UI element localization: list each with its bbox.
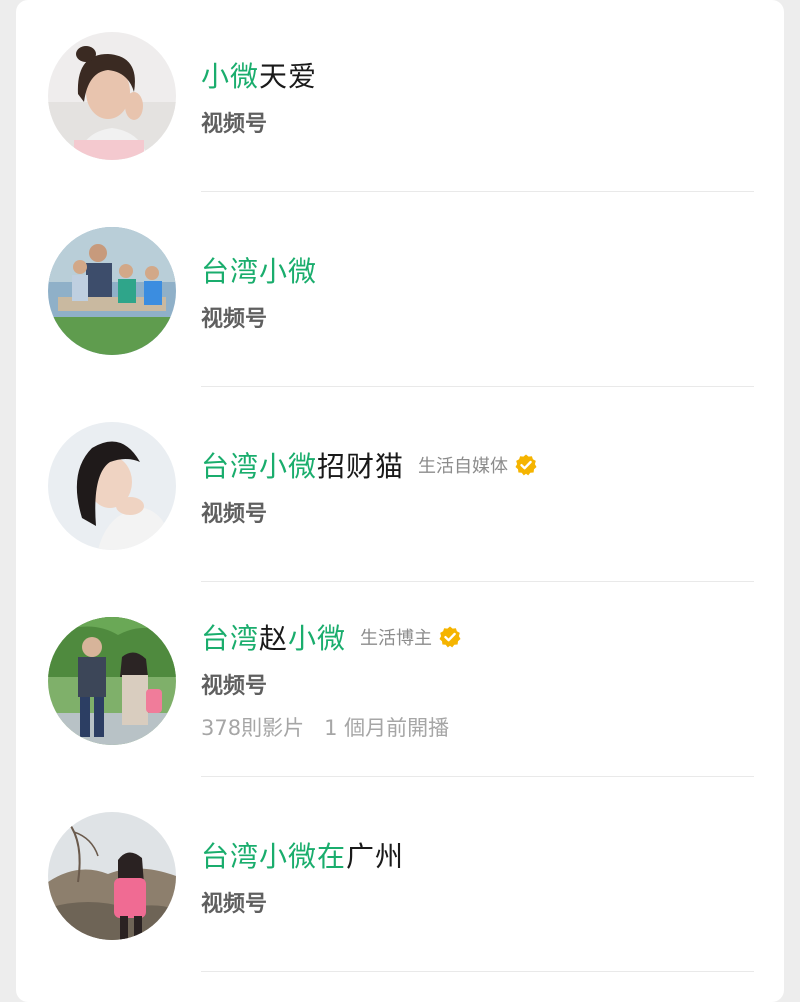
account-name: 台湾小微 (201, 250, 317, 290)
account-name: 台湾小微在广州 (201, 835, 404, 875)
result-item[interactable]: 台湾小微在广州 视频号 (16, 780, 784, 975)
video-count: 378則影片 (201, 716, 305, 740)
name-text: 广州 (346, 840, 405, 873)
highlighted-keyword: 台湾小微 (201, 450, 318, 483)
account-category-label: 生活博主 (360, 628, 433, 649)
result-item[interactable]: 台湾小微 视频号 (16, 195, 784, 390)
highlighted-keyword: 台湾 (201, 622, 260, 655)
account-type: 视频号 (201, 892, 268, 917)
divider (201, 776, 754, 777)
result-title[interactable]: 台湾小微 (201, 250, 317, 290)
account-type: 视频号 (201, 674, 268, 699)
account-name: 小微天爱 (201, 55, 317, 95)
divider (201, 191, 754, 192)
avatar[interactable] (48, 32, 176, 160)
account-category: 生活博主 (360, 624, 462, 650)
account-stats: 378則影片 1 個月前開播 (201, 712, 449, 742)
divider (201, 581, 754, 582)
account-type: 视频号 (201, 112, 268, 137)
account-name: 台湾小微招财猫 (201, 445, 404, 485)
name-text: 天爱 (259, 60, 318, 93)
account-name: 台湾赵小微 (201, 617, 346, 657)
avatar[interactable] (48, 812, 176, 940)
result-title[interactable]: 小微天爱 (201, 55, 317, 95)
account-category: 生活自媒体 (418, 452, 538, 478)
name-text: 招财猫 (317, 450, 405, 483)
search-results-card: 小微天爱 视频号 台湾小微 视频号 台湾小微招财猫 生活自媒体 视频号 台湾赵小… (16, 0, 784, 1002)
name-text: 赵 (259, 622, 289, 655)
highlighted-keyword: 台湾小微 (201, 255, 318, 288)
result-title[interactable]: 台湾小微在广州 (201, 835, 404, 875)
highlighted-keyword: 小微 (201, 60, 260, 93)
highlighted-keyword: 台湾小微在 (201, 840, 347, 873)
account-type: 视频号 (201, 307, 268, 332)
account-category-label: 生活自媒体 (418, 456, 509, 477)
avatar[interactable] (48, 422, 176, 550)
account-type: 视频号 (201, 502, 268, 527)
last-live: 1 個月前開播 (324, 716, 450, 740)
result-title[interactable]: 台湾赵小微 生活博主 (201, 617, 462, 657)
avatar[interactable] (48, 227, 176, 355)
divider (201, 971, 754, 972)
result-title[interactable]: 台湾小微招财猫 生活自媒体 (201, 445, 538, 485)
divider (201, 386, 754, 387)
result-item[interactable]: 小微天爱 视频号 (16, 0, 784, 195)
verified-check-icon (439, 626, 461, 648)
verified-check-icon (515, 454, 537, 476)
result-item[interactable]: 台湾小微招财猫 生活自媒体 视频号 (16, 390, 784, 585)
result-item[interactable]: 台湾赵小微 生活博主 视频号 378則影片 1 個月前開播 (16, 585, 784, 780)
avatar[interactable] (48, 617, 176, 745)
highlighted-keyword: 小微 (288, 622, 347, 655)
